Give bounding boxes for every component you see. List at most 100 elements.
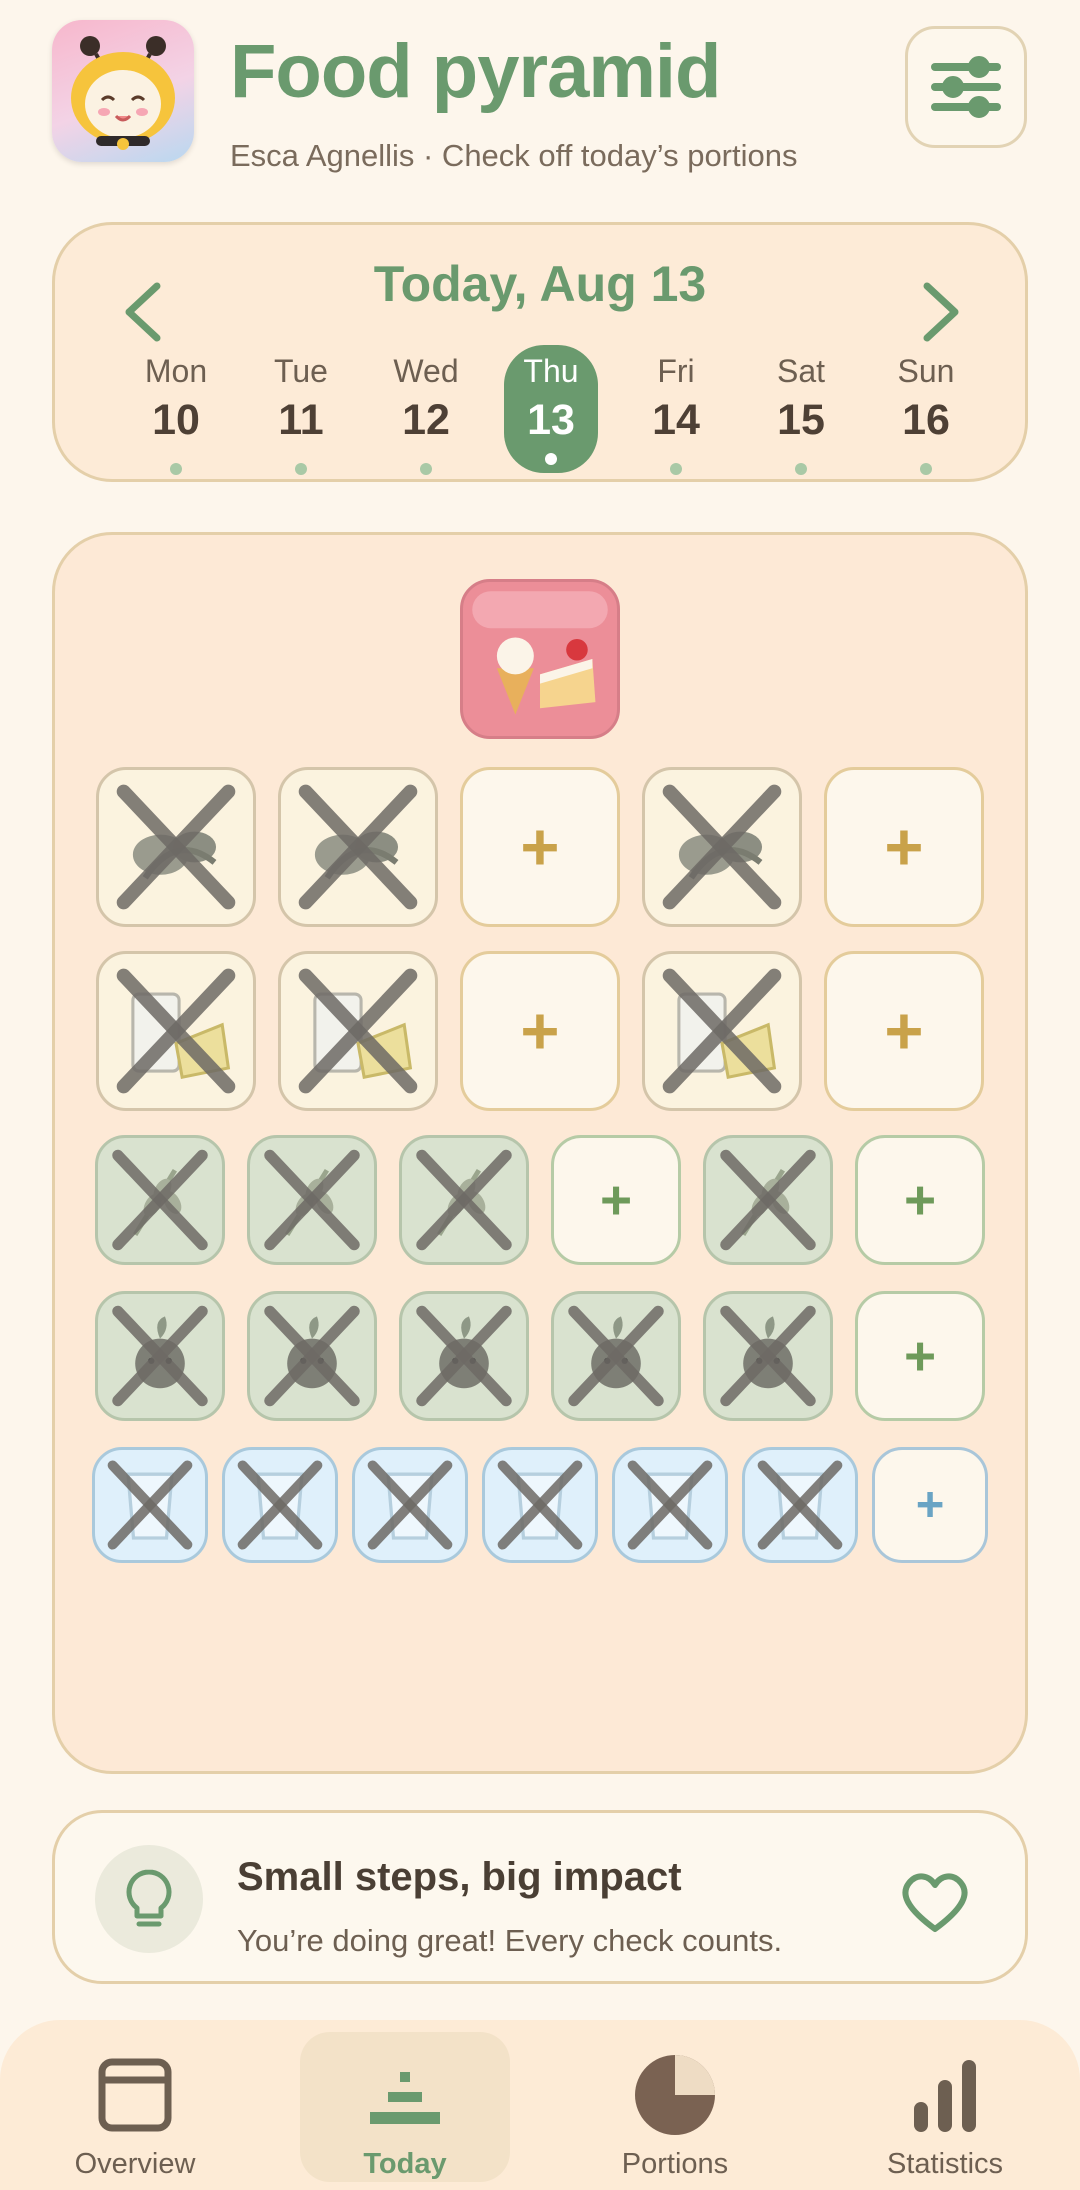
day-indicator-dot (420, 463, 432, 475)
app-subtitle: Esca Agnellis · Check off today’s portio… (230, 138, 798, 173)
nav-today[interactable]: Today (300, 2032, 510, 2182)
week-selector: Today, Aug 13 Mon 10 Tue 11 Wed 12 Thu 13 Fri 14 S… (52, 222, 1028, 482)
portion-water-checked[interactable] (222, 1447, 338, 1563)
sliders-icon (931, 56, 1001, 118)
cross-mark-icon (662, 968, 782, 1094)
plus-icon: + (915, 1477, 945, 1532)
portion-water-checked[interactable] (482, 1447, 598, 1563)
food-pyramid: + + + + + + + + (52, 532, 1028, 1774)
portion-dairy-protein-checked[interactable] (642, 951, 802, 1111)
nav-label: Overview (74, 2148, 196, 2180)
portion-water-checked[interactable] (612, 1447, 728, 1563)
portion-water-checked[interactable] (352, 1447, 468, 1563)
portion-vegetables-fruit-checked[interactable] (95, 1291, 225, 1421)
tip-title: Small steps, big impact (237, 1855, 682, 1899)
cross-mark-icon (264, 1149, 360, 1251)
settings-button[interactable] (905, 26, 1027, 148)
add-portion-button[interactable]: + (460, 767, 620, 927)
day-name: Tue (274, 353, 328, 389)
previous-week-button[interactable] (113, 277, 173, 347)
add-portion-button[interactable]: + (824, 951, 984, 1111)
pie-chart-icon (635, 2055, 715, 2135)
nav-portions[interactable]: Portions (570, 2032, 780, 2182)
portion-sweets[interactable] (460, 579, 620, 739)
day-name: Mon (144, 353, 208, 389)
add-portion-button[interactable]: + (855, 1135, 985, 1265)
nav-label: Today (363, 2148, 447, 2180)
day-number: 10 (152, 396, 200, 444)
add-portion-button[interactable]: + (551, 1135, 681, 1265)
day-thu[interactable]: Thu 13 (504, 345, 598, 473)
current-date-title: Today, Aug 13 (373, 256, 707, 312)
cross-mark-icon (416, 1305, 512, 1407)
day-indicator-dot (795, 463, 807, 475)
next-week-button[interactable] (911, 277, 971, 347)
cross-mark-icon (662, 784, 782, 910)
bottom-navigation: Overview Today Portions Statistics (0, 2020, 1080, 2190)
cross-mark-icon (116, 968, 236, 1094)
plus-icon: + (884, 993, 924, 1069)
day-name: Fri (657, 353, 695, 389)
portion-vegetables-fruit-checked[interactable] (247, 1291, 377, 1421)
portion-water-checked[interactable] (742, 1447, 858, 1563)
portion-grains-checked[interactable] (247, 1135, 377, 1265)
cross-mark-icon (720, 1305, 816, 1407)
portion-water-checked[interactable] (92, 1447, 208, 1563)
day-mon[interactable]: Mon 10 (129, 345, 223, 475)
portion-dairy-protein-checked[interactable] (96, 951, 256, 1111)
heart-icon (902, 1873, 968, 1932)
day-list: Mon 10 Tue 11 Wed 12 Thu 13 Fri 14 Sat 15 Sun 16 (115, 345, 965, 475)
cross-mark-icon (116, 784, 236, 910)
cross-mark-icon (112, 1149, 208, 1251)
day-indicator-dot (670, 463, 682, 475)
cross-mark-icon (757, 1460, 843, 1550)
day-sat[interactable]: Sat 15 (754, 345, 848, 475)
pyramid-icon (370, 2072, 440, 2124)
day-indicator-dot (920, 463, 932, 475)
app-title: Food pyramid (230, 29, 721, 114)
portion-grains-checked[interactable] (95, 1135, 225, 1265)
day-indicator-dot (170, 463, 182, 475)
portion-vegetables-fruit-checked[interactable] (399, 1291, 529, 1421)
cross-mark-icon (720, 1149, 816, 1251)
app-avatar (52, 20, 194, 162)
nav-statistics[interactable]: Statistics (840, 2032, 1050, 2182)
add-portion-button[interactable]: + (824, 767, 984, 927)
day-wed[interactable]: Wed 12 (379, 345, 473, 475)
day-number: 15 (777, 396, 825, 444)
portion-fats-nuts-checked[interactable] (642, 767, 802, 927)
cross-mark-icon (298, 968, 418, 1094)
portion-grains-checked[interactable] (703, 1135, 833, 1265)
tip-card: Small steps, big impact You’re doing gre… (52, 1810, 1028, 1984)
add-portion-button[interactable]: + (855, 1291, 985, 1421)
chevron-right-icon (923, 282, 959, 342)
day-name: Thu (523, 353, 579, 389)
portion-dairy-protein-checked[interactable] (278, 951, 438, 1111)
nav-overview[interactable]: Overview (30, 2032, 240, 2182)
day-number: 14 (652, 396, 700, 444)
day-sun[interactable]: Sun 16 (879, 345, 973, 475)
cross-mark-icon (107, 1460, 193, 1550)
lightbulb-icon (95, 1845, 203, 1953)
day-number: 16 (902, 396, 950, 444)
portion-grains-checked[interactable] (399, 1135, 529, 1265)
portion-fats-nuts-checked[interactable] (96, 767, 256, 927)
calendar-icon (98, 2058, 172, 2132)
day-number: 12 (402, 396, 450, 444)
day-fri[interactable]: Fri 14 (629, 345, 723, 475)
day-tue[interactable]: Tue 11 (254, 345, 348, 475)
add-portion-button[interactable]: + (872, 1447, 988, 1563)
plus-icon: + (520, 993, 560, 1069)
plus-icon: + (903, 1324, 937, 1387)
cross-mark-icon (497, 1460, 583, 1550)
portion-fats-nuts-checked[interactable] (278, 767, 438, 927)
add-portion-button[interactable]: + (460, 951, 620, 1111)
portion-vegetables-fruit-checked[interactable] (551, 1291, 681, 1421)
portion-vegetables-fruit-checked[interactable] (703, 1291, 833, 1421)
cross-mark-icon (237, 1460, 323, 1550)
heart-button[interactable] (895, 1863, 975, 1943)
day-name: Sat (776, 353, 826, 389)
plus-icon: + (884, 809, 924, 885)
cross-mark-icon (568, 1305, 664, 1407)
day-indicator-dot (295, 463, 307, 475)
